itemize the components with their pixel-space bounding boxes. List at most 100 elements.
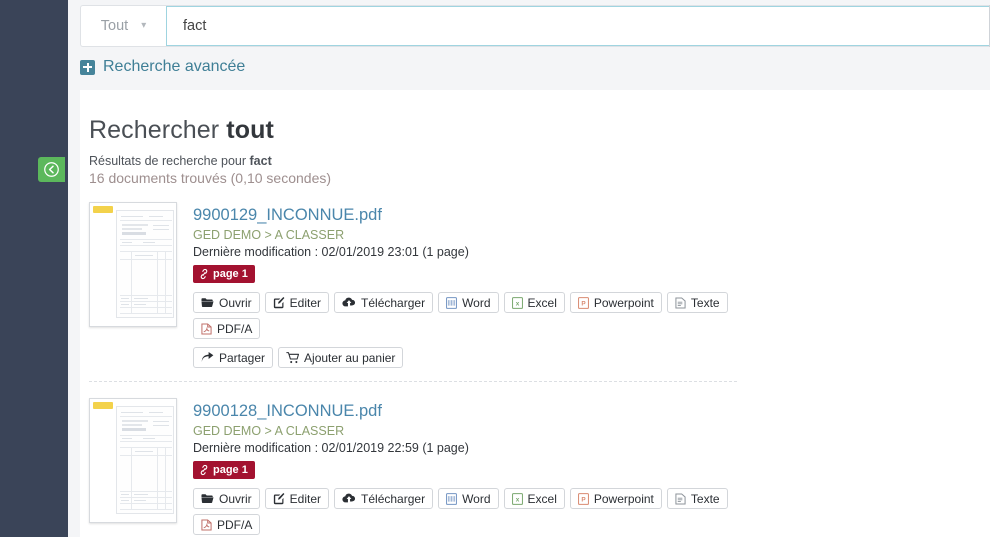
texte-button[interactable]: Texte	[666, 488, 728, 509]
cloud-download-icon	[342, 493, 356, 504]
word-button[interactable]: Word	[438, 488, 499, 509]
result-title-link[interactable]: 9900129_INCONNUE.pdf	[193, 206, 382, 224]
ouvrir-button[interactable]: Ouvrir	[193, 488, 260, 509]
preview-line	[157, 447, 158, 509]
page-title: Rechercher tout	[89, 116, 990, 145]
svg-text:x: x	[515, 300, 519, 307]
preview-line	[121, 494, 129, 495]
preview-line	[135, 451, 153, 452]
t-l-charger-button[interactable]: Télécharger	[334, 488, 434, 509]
button-label: PDF/A	[217, 517, 253, 532]
highlight-marker-icon	[93, 206, 113, 213]
preview-line	[121, 304, 129, 305]
result-title-link[interactable]: 9900128_INCONNUE.pdf	[193, 402, 382, 420]
preview-line	[120, 245, 172, 246]
button-label: Powerpoint	[593, 295, 654, 310]
result-item: 9900129_INCONNUE.pdf GED DEMO > A CLASSER…	[89, 202, 737, 382]
page-title-strong: tout	[226, 116, 274, 144]
advanced-search-toggle[interactable]: Recherche avancée	[80, 58, 245, 76]
results-subtitle-prefix: Résultats de recherche pour	[89, 154, 250, 168]
svg-text:P: P	[581, 496, 586, 503]
preview-line	[149, 216, 163, 217]
ajouter-au-panier-button[interactable]: Ajouter au panier	[278, 347, 404, 368]
excel-button[interactable]: x Excel	[503, 488, 565, 509]
application-root: Tout ▾ Recherche avancée Rechercher tout…	[0, 0, 990, 537]
page-match-badge[interactable]: page 1	[193, 461, 255, 479]
editer-button[interactable]: Editer	[264, 292, 330, 313]
result-actions-primary: Ouvrir Editer Télécharger Word x Excel P Powerp…	[193, 488, 737, 535]
preview-line	[149, 412, 163, 413]
search-scope-dropdown[interactable]: Tout ▾	[81, 6, 167, 46]
search-scope-label: Tout	[100, 18, 129, 34]
button-label: Télécharger	[361, 491, 426, 506]
button-label: Texte	[690, 491, 720, 506]
pencil-square-icon	[273, 492, 285, 505]
result-last-modified: Dernière modification : 02/01/2019 23:01…	[193, 245, 469, 259]
t-l-charger-button[interactable]: Télécharger	[334, 292, 434, 313]
button-label: PDF/A	[217, 321, 253, 336]
word-file-icon	[446, 296, 458, 309]
partager-button[interactable]: Partager	[193, 347, 274, 368]
result-last-modified: Dernière modification : 02/01/2019 22:59…	[193, 441, 469, 455]
plus-square-icon	[80, 59, 95, 75]
results-list: 9900129_INCONNUE.pdf GED DEMO > A CLASSER…	[89, 202, 990, 537]
document-preview-art	[116, 406, 174, 514]
powerpoint-file-icon: P	[577, 296, 589, 309]
preview-line	[131, 251, 132, 313]
pdf-a-button[interactable]: PDF/A	[193, 318, 261, 339]
preview-line	[165, 251, 166, 313]
left-sidebar	[0, 0, 68, 537]
page-match-badge[interactable]: page 1	[193, 265, 255, 283]
preview-line	[131, 447, 132, 509]
preview-line	[122, 228, 142, 230]
preview-line	[134, 500, 146, 501]
result-thumbnail-wrapper[interactable]	[89, 398, 177, 537]
folder-open-icon	[201, 493, 214, 504]
preview-line	[122, 420, 148, 422]
editer-button[interactable]: Editer	[264, 488, 330, 509]
document-thumbnail[interactable]	[89, 398, 177, 523]
powerpoint-button[interactable]: P Powerpoint	[569, 292, 662, 313]
word-file-icon	[446, 492, 458, 505]
texte-button[interactable]: Texte	[666, 292, 728, 313]
share-arrow-icon	[201, 352, 214, 363]
page-title-prefix: Rechercher	[89, 116, 227, 144]
button-label: Powerpoint	[593, 491, 654, 506]
word-button[interactable]: Word	[438, 292, 499, 313]
result-path[interactable]: GED DEMO > A CLASSER	[193, 424, 737, 438]
sidebar-collapse-button[interactable]	[38, 157, 65, 182]
link-chain-icon	[198, 268, 210, 280]
button-label: Ouvrir	[219, 295, 252, 310]
pdf-file-icon	[201, 519, 212, 531]
excel-button[interactable]: x Excel	[503, 292, 565, 313]
search-input[interactable]	[167, 6, 990, 46]
preview-line	[157, 251, 158, 313]
document-thumbnail[interactable]	[89, 202, 177, 327]
result-thumbnail-wrapper[interactable]	[89, 202, 177, 368]
results-subtitle: Résultats de recherche pour fact	[89, 154, 990, 168]
preview-line	[153, 425, 169, 426]
text-file-icon	[675, 493, 686, 505]
button-label: Word	[462, 295, 491, 310]
results-panel: Rechercher tout Résultats de recherche p…	[80, 90, 990, 537]
preview-line	[120, 313, 172, 314]
result-path[interactable]: GED DEMO > A CLASSER	[193, 228, 737, 242]
link-chain-icon	[198, 464, 210, 476]
preview-line	[121, 500, 129, 501]
page-match-badge-label: page 1	[213, 464, 248, 476]
preview-line	[122, 438, 132, 439]
preview-line	[153, 229, 169, 230]
preview-line	[134, 494, 148, 495]
ouvrir-button[interactable]: Ouvrir	[193, 292, 260, 313]
powerpoint-button[interactable]: P Powerpoint	[569, 488, 662, 509]
pdf-a-button[interactable]: PDF/A	[193, 514, 261, 535]
preview-line	[120, 239, 172, 240]
excel-file-icon: x	[511, 296, 523, 309]
svg-text:P: P	[581, 300, 586, 307]
preview-line	[121, 412, 143, 413]
preview-line	[120, 441, 172, 442]
text-file-icon	[675, 297, 686, 309]
powerpoint-file-icon: P	[577, 492, 589, 505]
folder-open-icon	[201, 297, 214, 308]
excel-file-icon: x	[511, 492, 523, 505]
